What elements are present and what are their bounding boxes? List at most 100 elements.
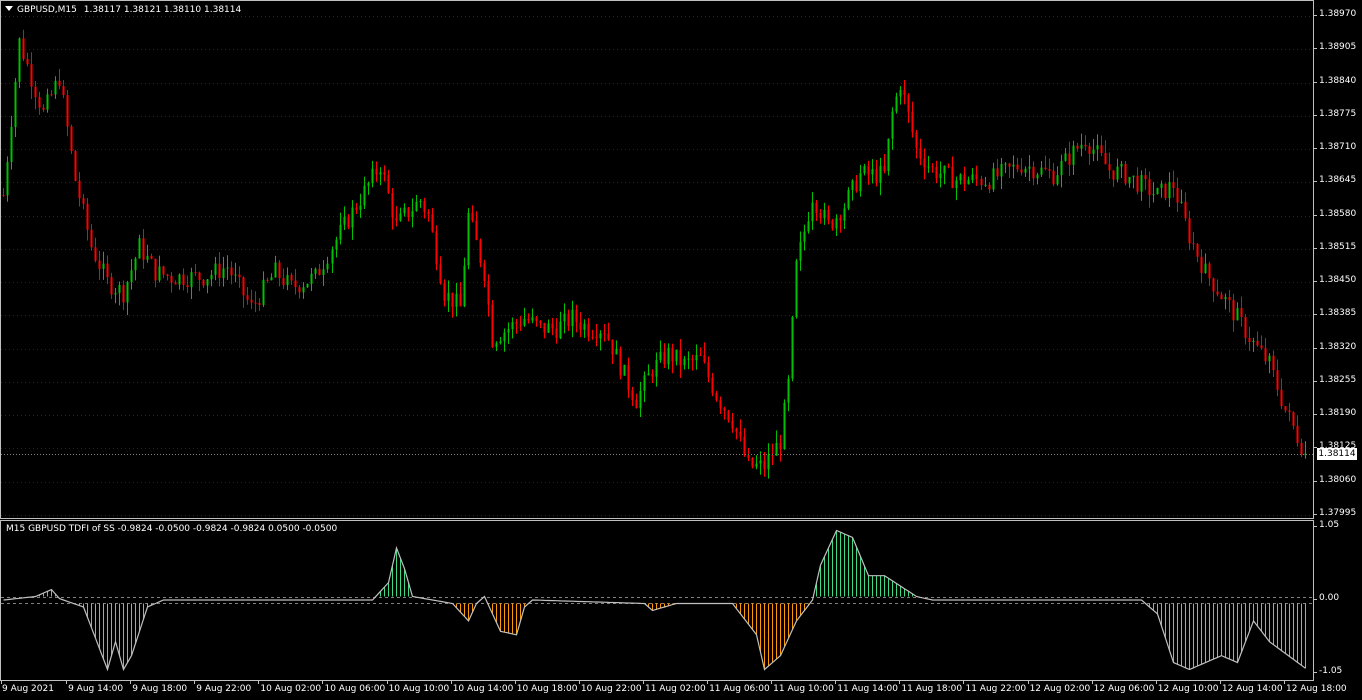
candle-body [595, 336, 598, 339]
candle-body [1000, 164, 1003, 177]
price-tick-label: 1.38060 [1313, 474, 1357, 485]
candle-body [1240, 308, 1243, 318]
candle-body [202, 279, 205, 286]
candle-body [415, 201, 418, 212]
candle-body [575, 309, 578, 323]
candle-body [883, 165, 886, 172]
candle-body [1244, 317, 1247, 339]
candle-body [811, 202, 814, 222]
candle-body [915, 132, 918, 148]
indicator-tick-label: -1.05 [1313, 666, 1343, 676]
price-tick-label: 1.37995 [1313, 508, 1357, 518]
chart-window[interactable]: GBPUSD,M15 1.38117 1.38121 1.38110 1.381… [0, 0, 1362, 700]
candle-body [238, 274, 241, 278]
candle-body [679, 349, 682, 366]
candle-body [262, 279, 265, 305]
candle-body [599, 333, 602, 339]
candle-body [567, 313, 570, 327]
candle-body [980, 178, 983, 186]
candle-body [274, 262, 277, 278]
candle-body [779, 442, 782, 450]
candle-body [1228, 297, 1231, 301]
indicator-pane[interactable]: M15 GBPUSD TDFI of SS -0.9824 -0.0500 -0… [0, 520, 1314, 681]
candle-body [1088, 146, 1091, 154]
candle-body [635, 399, 638, 409]
candle-body [803, 231, 806, 242]
candle-body [222, 268, 225, 278]
time-tick-mark [771, 681, 773, 684]
candle-body [1236, 308, 1239, 321]
candle-body [142, 238, 145, 260]
candle-body [467, 212, 470, 266]
candle-body [659, 351, 662, 361]
candle-body [743, 436, 746, 455]
candle-body [439, 264, 442, 284]
time-tick-label: 12 Aug 14:00 [1221, 684, 1283, 694]
candle-body [1260, 345, 1263, 349]
candle-body [727, 410, 730, 421]
current-price-label: 1.38114 [1317, 448, 1357, 460]
candle-body [58, 80, 61, 87]
candle-body [150, 255, 153, 259]
candle-body [984, 184, 987, 186]
candle-body [963, 174, 966, 185]
candle-body [443, 283, 446, 301]
triangle-down-icon[interactable] [5, 6, 13, 11]
candle-body [218, 263, 221, 278]
candle-body [1180, 201, 1183, 203]
candle-body [178, 274, 181, 285]
candle-body [535, 317, 538, 321]
candle-body [379, 172, 382, 175]
candle-body [351, 207, 354, 228]
time-tick-label: 10 Aug 06:00 [324, 684, 386, 694]
candle-body [1204, 263, 1207, 273]
candle-body [955, 180, 958, 188]
candle-body [851, 180, 854, 191]
candle-body [86, 203, 89, 230]
candle-body [687, 358, 690, 360]
candle-body [146, 255, 149, 260]
time-tick-mark [450, 681, 452, 684]
candle-body [310, 273, 313, 284]
candle-body [1280, 389, 1283, 407]
time-axis[interactable]: 9 Aug 2021 9 Aug 14:00 9 Aug 18:00 9 Aug 22… [0, 681, 1347, 700]
candle-body [254, 302, 257, 304]
candle-body [603, 333, 606, 335]
indicator-canvas[interactable] [1, 521, 1313, 680]
candle-body [607, 333, 610, 340]
candle-body [519, 323, 522, 326]
time-tick-mark [1155, 681, 1157, 684]
candle-body [2, 195, 5, 197]
candle-body [527, 318, 530, 321]
candle-body [30, 64, 33, 87]
candle-body [359, 205, 362, 210]
candle-body [395, 217, 398, 221]
candle-body [855, 180, 858, 192]
candle-body [1084, 144, 1087, 147]
candle-body [1224, 297, 1227, 300]
candle-body [1252, 340, 1255, 343]
candle-body [1056, 175, 1059, 185]
candle-body [74, 151, 77, 181]
candle-body [539, 320, 542, 323]
time-tick-label: 10 Aug 02:00 [260, 684, 322, 694]
candle-body [66, 95, 69, 127]
candle-body [1144, 175, 1147, 180]
candle-body [735, 428, 738, 432]
candle-body [591, 336, 594, 338]
candle-body [887, 138, 890, 172]
candle-body [839, 217, 842, 221]
candle-body [563, 313, 566, 322]
candle-body [911, 111, 914, 133]
price-chart-pane[interactable]: GBPUSD,M15 1.38117 1.38121 1.38110 1.381… [0, 0, 1314, 519]
indicator-scale[interactable]: 1.05 0.00 -1.05 [1313, 520, 1362, 681]
candle-body [435, 231, 438, 265]
candle-body [1192, 243, 1195, 245]
candle-body [695, 355, 698, 361]
candle-body [1200, 256, 1203, 273]
candle-body [587, 323, 590, 337]
candle-body [118, 284, 121, 294]
time-tick-label: 10 Aug 14:00 [452, 684, 514, 694]
price-scale[interactable]: 1.38970 1.38905 1.38840 1.38775 1.38710 1.386… [1313, 0, 1362, 519]
price-chart-canvas[interactable] [1, 1, 1313, 518]
